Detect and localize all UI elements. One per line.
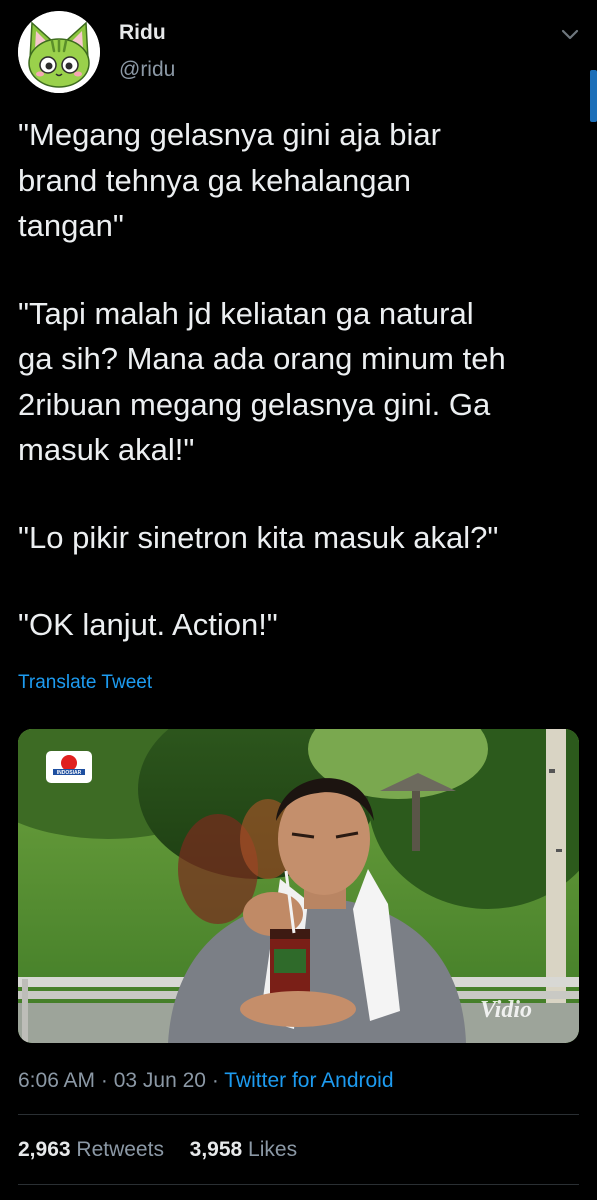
author-name[interactable]: Ridu [119,21,166,45]
divider [18,1114,579,1115]
tweet-menu-button[interactable] [556,22,584,46]
likes-count: 3,958 [189,1138,243,1161]
retweets-count: 2,963 [18,1138,71,1161]
vidio-watermark: Vidio [480,997,532,1023]
tweet-paragraph: "OK lanjut. Action!" [18,607,278,642]
cat-avatar-icon [18,11,100,93]
retweets-label: Retweets [76,1138,164,1161]
chevron-down-icon [561,29,579,40]
divider [18,1184,579,1185]
tweet-stats: 2,963 Retweets 3,958 Likes [18,1138,297,1162]
avatar[interactable] [18,11,100,93]
likes-label: Likes [248,1138,298,1161]
retweets-stat[interactable]: 2,963 Retweets [18,1138,164,1161]
channel-logo-text: INDOSIAR [57,770,82,776]
tweet-media-image[interactable]: INDOSIAR Vidio [18,729,579,1043]
video-still-image: INDOSIAR Vidio [18,729,579,1043]
tweet-paragraph: "Megang gelasnya gini aja biar brand teh… [18,117,441,243]
tweet-paragraph: "Tapi malah jd keliatan ga natural ga si… [18,295,506,468]
tweet-time: 6:06 AM [18,1069,96,1092]
tweet-paragraph: "Lo pikir sinetron kita masuk akal?" [18,519,499,555]
meta-separator: · [95,1069,114,1092]
scrollbar[interactable] [590,70,597,122]
meta-separator: · [205,1069,225,1092]
translate-tweet-link[interactable]: Translate Tweet [18,672,152,694]
tweet-detail-screen: Ridu @ridu "Megang gelasnya gini aja bia… [0,0,597,1200]
tweet-meta: 6:06 AM · 03 Jun 20 · Twitter for Androi… [18,1069,394,1093]
likes-stat[interactable]: 3,958 Likes [190,1138,297,1161]
author-handle[interactable]: @ridu [119,58,175,82]
tweet-source-link[interactable]: Twitter for Android [224,1069,393,1092]
tweet-text: "Megang gelasnya gini aja biar brand teh… [18,112,584,690]
tweet-date: 03 Jun 20 [113,1069,206,1092]
